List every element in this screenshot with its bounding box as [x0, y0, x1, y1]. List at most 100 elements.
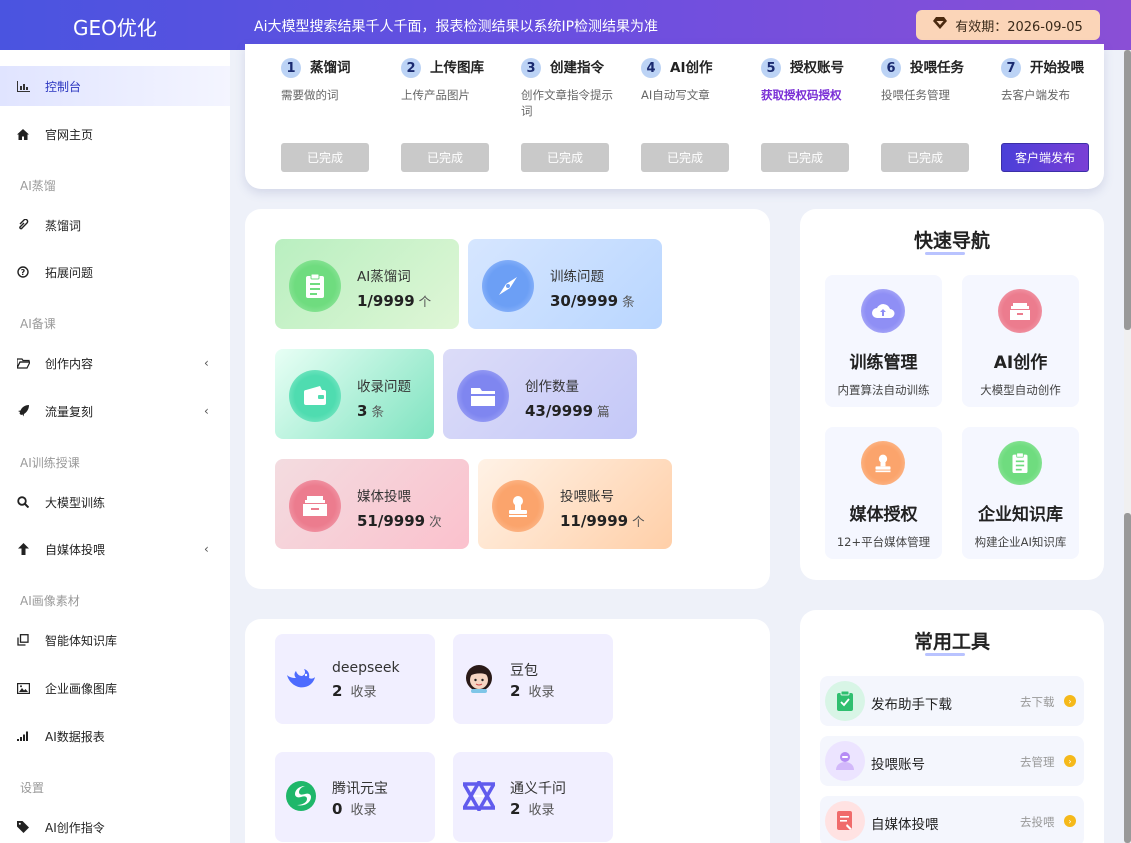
sidebar-item-label: 企业画像图库: [45, 681, 118, 696]
quick-nav-training[interactable]: 训练管理 内置算法自动训练: [825, 275, 942, 407]
quick-nav-knowledge-base[interactable]: 企业知识库 构建企业AI知识库: [962, 427, 1079, 559]
arrow-right-icon: ›: [1064, 695, 1076, 707]
stat-distill-words[interactable]: AI蒸馏词 1/9999 个: [275, 239, 459, 329]
stat-training-questions[interactable]: 训练问题 30/9999 条: [468, 239, 662, 329]
stat-value: 43/9999 篇: [525, 402, 610, 420]
tool-media-feed[interactable]: 自媒体投喂 去投喂 ›: [820, 796, 1084, 843]
stamp-icon: [861, 441, 905, 485]
quick-nav-desc: 构建企业AI知识库: [974, 535, 1067, 549]
clipboard-icon: [998, 441, 1042, 485]
sidebar-item-label: 控制台: [45, 79, 82, 94]
yuanbao-logo-icon: [285, 780, 317, 812]
model-tongyi-qianwen[interactable]: 通义千问 2 收录: [453, 752, 613, 842]
rocket-icon: [16, 404, 30, 418]
sidebar: 控制台 官网主页 AI蒸馏 蒸馏词 ? 拓展问题 AI备课 创作内容 ‹ 流量复…: [0, 50, 230, 843]
sidebar-item-agent-knowledge[interactable]: 智能体知识库: [0, 620, 230, 660]
quick-nav-name: AI创作: [993, 353, 1048, 373]
sidebar-group-ai-distill: AI蒸馏: [20, 179, 56, 193]
arrow-right-icon: ›: [1064, 815, 1076, 827]
quick-nav-desc: 12+平台媒体管理: [836, 535, 931, 549]
client-publish-button[interactable]: 客户端发布: [1001, 143, 1089, 172]
scrollbar-thumb-top[interactable]: [1124, 50, 1131, 330]
sidebar-item-label: 智能体知识库: [45, 633, 118, 648]
step-status-button[interactable]: 已完成: [281, 143, 369, 172]
app-logo[interactable]: GEO优化: [73, 12, 157, 41]
sidebar-item-model-training[interactable]: 大模型训练: [0, 482, 230, 522]
tool-name: 投喂账号: [871, 757, 925, 773]
stat-label: 训练问题: [550, 269, 604, 285]
inbox-icon: [998, 289, 1042, 333]
sidebar-item-dashboard[interactable]: 控制台: [0, 66, 230, 106]
stat-media-feeds[interactable]: 媒体投喂 51/9999 次: [275, 459, 469, 549]
model-doubao[interactable]: 豆包 2 收录: [453, 634, 613, 724]
folder-icon: [457, 370, 509, 422]
signal-icon: [16, 729, 30, 743]
step-subtitle: 上传产品图片: [401, 88, 470, 102]
quick-nav-ai-create[interactable]: AI创作 大模型自动创作: [962, 275, 1079, 407]
step-title: 上传图库: [430, 60, 484, 76]
tool-name: 发布助手下载: [871, 697, 952, 713]
svg-text:?: ?: [21, 268, 26, 277]
sidebar-item-ai-instructions[interactable]: AI创作指令: [0, 807, 230, 843]
sidebar-item-traffic-replicate[interactable]: 流量复刻 ‹: [0, 391, 230, 431]
quick-nav-media-auth[interactable]: 媒体授权 12+平台媒体管理: [825, 427, 942, 559]
step-status-button[interactable]: 已完成: [521, 143, 609, 172]
step-number: 4: [641, 58, 661, 78]
tool-action-link[interactable]: 去投喂: [1020, 814, 1055, 830]
sidebar-item-label: 蒸馏词: [45, 218, 82, 233]
model-tencent-yuanbao[interactable]: 腾讯元宝 0 收录: [275, 752, 435, 842]
sidebar-item-expand-questions[interactable]: ? 拓展问题: [0, 252, 230, 292]
model-index-card: deepseek 2 收录 豆包 2 收录 腾讯元宝 0 收录 通义千问 2 收录: [245, 619, 770, 843]
sidebar-item-media-feed[interactable]: 自媒体投喂 ‹: [0, 529, 230, 569]
stat-indexed-questions[interactable]: 收录问题 3条: [275, 349, 434, 439]
sidebar-item-distill-words[interactable]: 蒸馏词: [0, 205, 230, 245]
diamond-icon: [933, 17, 948, 33]
step-title: 授权账号: [790, 60, 844, 76]
stat-feed-accounts[interactable]: 投喂账号 11/9999 个: [478, 459, 672, 549]
wallet-icon: [289, 370, 341, 422]
tool-action-link[interactable]: 去下载: [1020, 694, 1055, 710]
sidebar-item-label: 创作内容: [45, 356, 94, 371]
stat-label: 投喂账号: [560, 489, 614, 505]
image-icon: [16, 681, 30, 695]
inbox-icon: [289, 480, 341, 532]
model-deepseek[interactable]: deepseek 2 收录: [275, 634, 435, 724]
get-auth-code-link[interactable]: 获取授权码授权: [761, 87, 856, 103]
sidebar-item-label: 拓展问题: [45, 265, 94, 280]
stat-creation-count[interactable]: 创作数量 43/9999 篇: [443, 349, 637, 439]
stat-value: 11/9999 个: [560, 512, 645, 530]
model-name: 通义千问: [510, 781, 566, 797]
stat-label: 创作数量: [525, 379, 579, 395]
step-title: AI创作: [670, 60, 713, 76]
deepseek-whale-icon: [285, 662, 317, 694]
compass-icon: [482, 260, 534, 312]
scrollbar-thumb[interactable]: [1124, 513, 1131, 843]
sidebar-item-create-content[interactable]: 创作内容 ‹: [0, 343, 230, 383]
top-header: GEO优化 Ai大模型搜索结果千人千面，报表检测结果以系统IP检测结果为准 有效…: [0, 0, 1131, 50]
sidebar-item-enterprise-gallery[interactable]: 企业画像图库: [0, 668, 230, 708]
step-status-button[interactable]: 已完成: [401, 143, 489, 172]
doubao-avatar-icon: [463, 662, 495, 694]
model-count: 2 收录: [332, 682, 377, 700]
step-subtitle: 去客户端发布: [1001, 88, 1070, 102]
sidebar-item-label: 自媒体投喂: [45, 542, 106, 557]
sidebar-item-data-report[interactable]: AI数据报表: [0, 716, 230, 756]
tool-action-link[interactable]: 去管理: [1020, 754, 1055, 770]
page-scrollbar[interactable]: [1124, 50, 1131, 843]
step-status-button[interactable]: 已完成: [761, 143, 849, 172]
step-number: 1: [281, 58, 301, 78]
search-icon: [16, 495, 30, 509]
step-title: 开始投喂: [1030, 60, 1084, 76]
step-status-button[interactable]: 已完成: [641, 143, 729, 172]
sidebar-item-homepage[interactable]: 官网主页: [0, 114, 230, 154]
sidebar-item-label: 流量复刻: [45, 404, 94, 419]
tool-publish-assistant[interactable]: 发布助手下载 去下载 ›: [820, 676, 1084, 726]
sidebar-group-ai-prep: AI备课: [20, 317, 56, 331]
stat-value: 1/9999 个: [357, 292, 432, 310]
tool-feed-account[interactable]: 投喂账号 去管理 ›: [820, 736, 1084, 786]
quick-nav-name: 训练管理: [849, 353, 918, 373]
step-status-button[interactable]: 已完成: [881, 143, 969, 172]
copy-icon: [16, 633, 30, 647]
step-number: 7: [1001, 58, 1021, 78]
quick-nav-name: 企业知识库: [978, 505, 1063, 525]
